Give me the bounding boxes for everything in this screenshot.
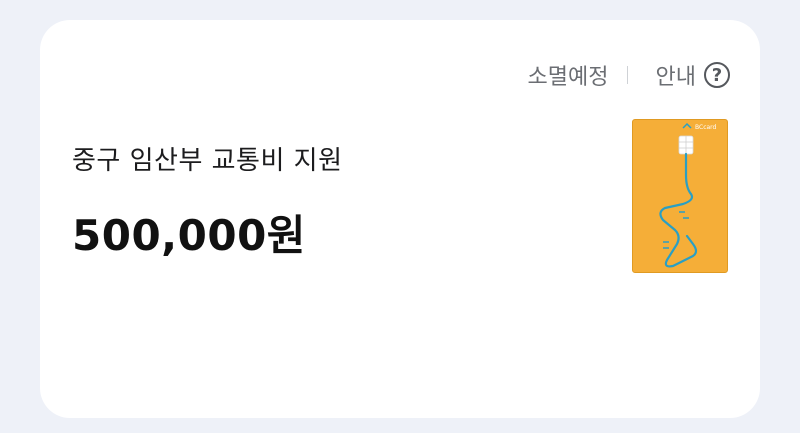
chevron-up-icon (682, 122, 692, 129)
expiring-link[interactable]: 소멸예정 (528, 59, 609, 91)
top-links: 소멸예정 안내 ? (528, 59, 730, 91)
divider (626, 66, 628, 84)
expiring-label: 소멸예정 (527, 65, 609, 90)
card-illustration: BCcard (659, 122, 717, 268)
card-brand-text: BCcard (695, 124, 717, 131)
benefit-card: 소멸예정 안내 ? 중구 임산부 교통비 지원 500,000원 BCcard (40, 20, 760, 418)
guide-link[interactable]: 안내 ? (656, 59, 730, 91)
payment-card-image[interactable]: BCcard (632, 119, 728, 273)
guide-label: 안내 (655, 65, 696, 90)
benefit-title: 중구 임산부 교통비 지원 (72, 146, 343, 176)
question-circle-icon: ? (704, 62, 730, 88)
route-line (659, 152, 698, 268)
benefit-amount: 500,000원 (72, 211, 306, 260)
